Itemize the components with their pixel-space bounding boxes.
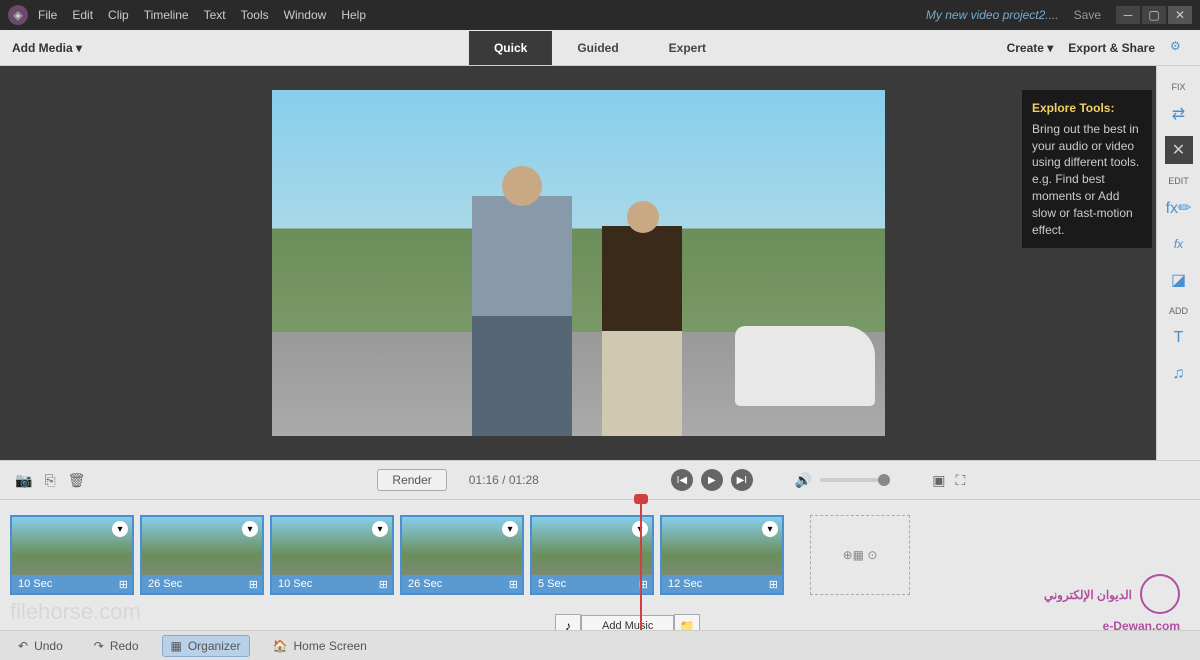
- clip-menu-icon[interactable]: ▾: [762, 521, 778, 537]
- panel-section-edit: EDIT: [1168, 176, 1189, 186]
- clip-duration: 10 Sec: [12, 575, 132, 593]
- tab-guided[interactable]: Guided: [552, 31, 643, 65]
- project-name: My new video project2....: [926, 8, 1059, 22]
- transitions-icon[interactable]: ◪: [1165, 266, 1193, 294]
- maximize-button[interactable]: ▢: [1142, 6, 1166, 24]
- save-button[interactable]: Save: [1074, 8, 1101, 22]
- edewan-logo-icon: [1140, 574, 1180, 614]
- screen-buttons: ▣ ⛶: [932, 472, 965, 489]
- settings-gear-icon[interactable]: ⚙: [1170, 39, 1188, 57]
- watermark-filehorse: filehorse.com: [10, 599, 141, 625]
- marker-icon[interactable]: ⎘: [44, 472, 55, 489]
- clip-duration: 12 Sec: [662, 575, 782, 593]
- clip-1[interactable]: ▾ 10 Sec: [10, 515, 134, 595]
- home-screen-button[interactable]: 🏠 Home Screen: [265, 636, 375, 656]
- clip-menu-icon[interactable]: ▾: [502, 521, 518, 537]
- right-panel: FIX ⇄ ✕ EDIT fx✏ fx ◪ ADD T ♫: [1156, 66, 1200, 460]
- titlebar: ◈ File Edit Clip Timeline Text Tools Win…: [0, 0, 1200, 30]
- app-logo-icon: ◈: [8, 5, 28, 25]
- clips-row: ▾10 Sec ▾26 Sec ▾10 Sec ▾26 Sec ▾5 Sec ▾…: [10, 515, 1190, 595]
- bottom-bar: ↶ Undo ↷ Redo ▦ Organizer 🏠 Home Screen: [0, 630, 1200, 660]
- tab-expert[interactable]: Expert: [644, 31, 731, 65]
- timeline: ▾10 Sec ▾26 Sec ▾10 Sec ▾26 Sec ▾5 Sec ▾…: [0, 500, 1200, 630]
- clip-duration: 26 Sec: [142, 575, 262, 593]
- music-icon[interactable]: ♫: [1165, 360, 1193, 388]
- menu-timeline[interactable]: Timeline: [144, 8, 189, 22]
- preview-content: [472, 196, 572, 436]
- menu-edit[interactable]: Edit: [72, 8, 93, 22]
- fullscreen-icon[interactable]: ⛶: [956, 472, 966, 489]
- menu-help[interactable]: Help: [341, 8, 366, 22]
- playback-controls: I◀ ▶ ▶I: [671, 469, 753, 491]
- panel-section-fix: FIX: [1171, 82, 1185, 92]
- clip-duration: 10 Sec: [272, 575, 392, 593]
- adjust-icon[interactable]: ⇄: [1165, 100, 1193, 128]
- menu-bar: File Edit Clip Timeline Text Tools Windo…: [38, 8, 926, 22]
- controls-bar: 📷 ⎘ 🗑 Render 01:16 / 01:28 I◀ ▶ ▶I 🔊 ▣ ⛶: [0, 460, 1200, 500]
- volume-slider[interactable]: [820, 478, 890, 482]
- toolbar: Add Media ▾ Quick Guided Expert Create ▾…: [0, 30, 1200, 66]
- preview-content: [735, 326, 875, 406]
- prev-button[interactable]: I◀: [671, 469, 693, 491]
- clip-duration: 26 Sec: [402, 575, 522, 593]
- effects-icon[interactable]: fx: [1165, 230, 1193, 258]
- organizer-button[interactable]: ▦ Organizer: [162, 635, 250, 657]
- titles-icon[interactable]: T: [1165, 324, 1193, 352]
- clip-6[interactable]: ▾ 12 Sec: [660, 515, 784, 595]
- clip-2[interactable]: ▾ 26 Sec: [140, 515, 264, 595]
- menu-clip[interactable]: Clip: [108, 8, 129, 22]
- add-clip-button[interactable]: ⊕▦ ⊙: [810, 515, 910, 595]
- preview-area: [0, 66, 1156, 460]
- redo-button[interactable]: ↷ Redo: [86, 636, 147, 656]
- trash-icon[interactable]: 🗑: [68, 472, 86, 489]
- next-button[interactable]: ▶I: [731, 469, 753, 491]
- safe-margin-icon[interactable]: ▣: [932, 472, 945, 489]
- add-media-button[interactable]: Add Media ▾: [0, 41, 94, 55]
- clip-duration: 5 Sec: [532, 575, 652, 593]
- video-preview[interactable]: [272, 90, 885, 436]
- preview-content: [602, 226, 682, 436]
- tooltip-body: Bring out the best in your audio or vide…: [1032, 121, 1142, 239]
- menu-window[interactable]: Window: [284, 8, 327, 22]
- volume-icon[interactable]: 🔊: [795, 472, 812, 489]
- clip-menu-icon[interactable]: ▾: [112, 521, 128, 537]
- undo-button[interactable]: ↶ Undo: [10, 636, 71, 656]
- time-display: 01:16 / 01:28: [469, 473, 539, 487]
- tooltip-title: Explore Tools:: [1032, 100, 1142, 117]
- play-button[interactable]: ▶: [701, 469, 723, 491]
- main-area: FIX ⇄ ✕ EDIT fx✏ fx ◪ ADD T ♫: [0, 66, 1200, 460]
- clip-menu-icon[interactable]: ▾: [372, 521, 388, 537]
- tools-icon[interactable]: ✕: [1165, 136, 1193, 164]
- window-controls: ─ ▢ ✕: [1116, 6, 1192, 24]
- mode-tabs: Quick Guided Expert: [469, 31, 731, 65]
- clip-menu-icon[interactable]: ▾: [242, 521, 258, 537]
- clip-5[interactable]: ▾5 Sec: [530, 515, 654, 595]
- tab-quick[interactable]: Quick: [469, 31, 552, 65]
- menu-tools[interactable]: Tools: [241, 8, 269, 22]
- menu-text[interactable]: Text: [204, 8, 226, 22]
- playhead[interactable]: [640, 500, 642, 630]
- toolbar-right: Create ▾ Export & Share ⚙: [1007, 39, 1200, 57]
- minimize-button[interactable]: ─: [1116, 6, 1140, 24]
- render-button[interactable]: Render: [377, 469, 446, 491]
- create-button[interactable]: Create ▾: [1007, 41, 1054, 55]
- snapshot-icon[interactable]: 📷: [15, 472, 32, 489]
- clip-3[interactable]: ▾ 10 Sec: [270, 515, 394, 595]
- watermark-edewan: الديوان الإلكتروني e-Dewan.com: [1044, 574, 1180, 635]
- close-button[interactable]: ✕: [1168, 6, 1192, 24]
- export-share-button[interactable]: Export & Share: [1068, 41, 1155, 55]
- menu-file[interactable]: File: [38, 8, 57, 22]
- tooltip-explore-tools: Explore Tools: Bring out the best in you…: [1022, 90, 1152, 248]
- effects-brush-icon[interactable]: fx✏: [1165, 194, 1193, 222]
- volume-area: 🔊: [795, 472, 890, 489]
- panel-section-add: ADD: [1169, 306, 1188, 316]
- clip-4[interactable]: ▾ 26 Sec: [400, 515, 524, 595]
